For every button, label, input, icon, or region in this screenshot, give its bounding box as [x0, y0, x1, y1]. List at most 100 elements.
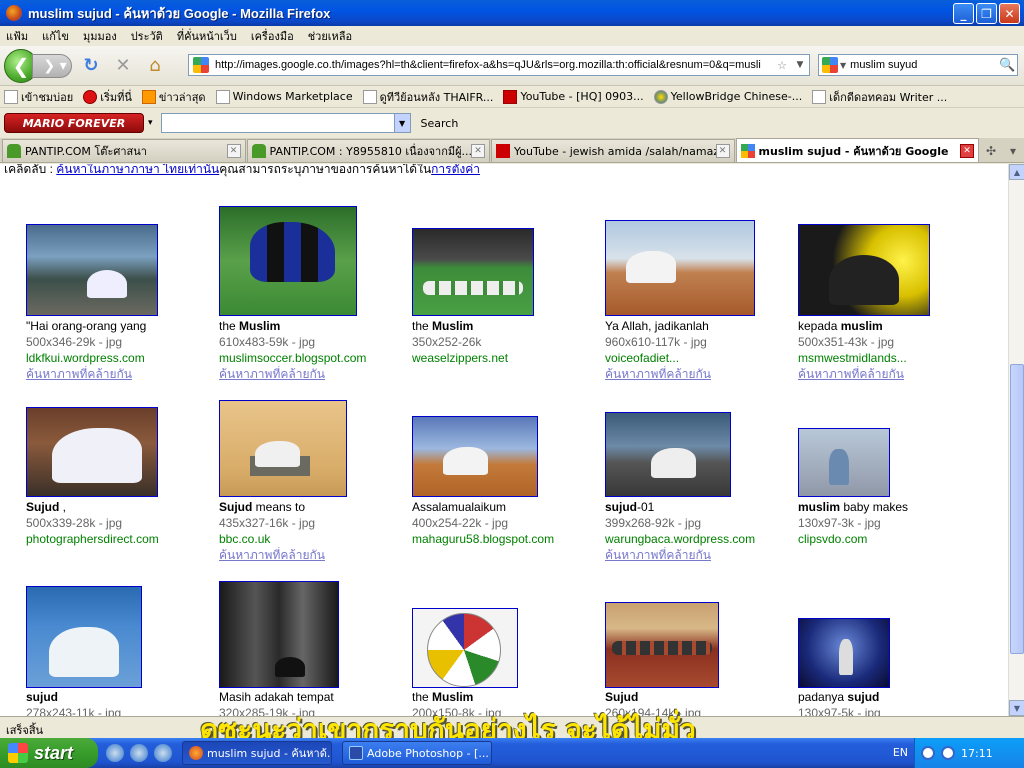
close-button[interactable]: ✕: [999, 3, 1020, 24]
url-text[interactable]: http://images.google.co.th/images?hl=th&…: [215, 59, 773, 71]
result-title[interactable]: Ya Allah, jadikanlah: [605, 318, 795, 334]
result-site[interactable]: photographersdirect.com: [26, 531, 216, 547]
tray-icon[interactable]: [921, 746, 935, 760]
result-thumbnail[interactable]: [798, 428, 890, 497]
search-engine-icon[interactable]: [822, 57, 838, 73]
bookmark-item[interactable]: Windows Marketplace: [215, 89, 353, 104]
vertical-scrollbar[interactable]: ▲ ▼: [1008, 164, 1024, 716]
result-title[interactable]: Masih adakah tempat: [219, 689, 409, 705]
scroll-thumb[interactable]: [1010, 364, 1024, 654]
result-site[interactable]: clipsvdo.com: [798, 531, 988, 547]
minimize-button[interactable]: _: [953, 3, 974, 24]
similar-images-link[interactable]: ค้นหาภาพที่คล้ายกัน: [798, 366, 988, 382]
menu-edit[interactable]: แก้ไข: [42, 27, 69, 45]
result-title[interactable]: Sujud ,: [26, 499, 216, 515]
toolbar-menu-dropdown[interactable]: ▾: [148, 118, 153, 128]
search-icon[interactable]: 🔍: [999, 58, 1017, 73]
result-thumbnail[interactable]: [412, 228, 534, 316]
result-title[interactable]: the Muslim: [219, 318, 409, 334]
result-thumbnail[interactable]: [219, 400, 347, 497]
forward-button[interactable]: ❯ ▾: [32, 53, 72, 78]
result-site[interactable]: muslimsoccer.blogspot.com: [219, 350, 409, 366]
tab-google-images[interactable]: muslim sujud - ค้นหาด้วย Google ✕: [735, 138, 980, 162]
toolbar-search-button[interactable]: Search: [421, 117, 459, 130]
similar-images-link[interactable]: ค้นหาภาพที่คล้ายกัน: [219, 547, 409, 563]
search-box[interactable]: ▼ muslim suyud 🔍: [818, 54, 1018, 76]
result-thumbnail[interactable]: [26, 407, 158, 497]
url-bar[interactable]: http://images.google.co.th/images?hl=th&…: [188, 54, 810, 76]
menu-tools[interactable]: เครื่องมือ: [251, 27, 294, 45]
result-site[interactable]: weaselzippers.net: [412, 350, 602, 366]
stop-icon[interactable]: ✕: [110, 53, 136, 79]
browser-icon[interactable]: [130, 744, 148, 762]
result-thumbnail[interactable]: [219, 581, 339, 688]
result-thumbnail[interactable]: [26, 224, 158, 316]
similar-images-link[interactable]: ค้นหาภาพที่คล้ายกัน: [219, 366, 409, 382]
result-thumbnail[interactable]: [605, 412, 731, 497]
menu-help[interactable]: ช่วยเหลือ: [308, 27, 352, 45]
result-site[interactable]: warungbaca.wordpress.com: [605, 531, 795, 547]
tab-close-button[interactable]: ✕: [471, 144, 486, 158]
tab-pantip-topic[interactable]: PANTIP.COM : Y8955810 เนื่องจากมีผู้... …: [246, 139, 491, 162]
url-history-dropdown[interactable]: ▼: [791, 60, 809, 70]
bookmark-item[interactable]: เข้าชมบ่อย: [4, 88, 73, 106]
result-title[interactable]: muslim baby makes: [798, 499, 988, 515]
new-tab-icon[interactable]: ✣: [980, 140, 1002, 162]
settings-link[interactable]: การตั้งค่า: [431, 164, 480, 176]
result-thumbnail[interactable]: [605, 220, 755, 316]
home-icon[interactable]: ⌂: [142, 53, 168, 79]
mario-forever-logo[interactable]: MARIO FOREVER: [4, 113, 144, 133]
result-thumbnail[interactable]: [26, 586, 142, 688]
result-title[interactable]: the Muslim: [412, 689, 602, 705]
result-site[interactable]: mahaguru58.blogspot.com: [412, 531, 602, 547]
result-site[interactable]: bbc.co.uk: [219, 531, 409, 547]
ie-icon[interactable]: [106, 744, 124, 762]
result-title[interactable]: sujud-01: [605, 499, 795, 515]
firefox-icon[interactable]: [154, 744, 172, 762]
result-thumbnail[interactable]: [798, 224, 930, 316]
reload-icon[interactable]: ↻: [78, 53, 104, 79]
menu-history[interactable]: ประวัติ: [131, 27, 163, 45]
menu-file[interactable]: แฟ้ม: [6, 27, 28, 45]
maximize-button[interactable]: ❐: [976, 3, 997, 24]
tab-youtube[interactable]: YouTube - jewish amida /salah/namaz... ✕: [491, 139, 735, 162]
tip-link[interactable]: ค้นหาในภาษาภาษา ไทยเท่านั้น: [56, 164, 219, 176]
result-title[interactable]: the Muslim: [412, 318, 602, 334]
tab-list-icon[interactable]: ▾: [1002, 140, 1024, 162]
bookmark-item[interactable]: YellowBridge Chinese-...: [653, 89, 802, 104]
result-title[interactable]: padanya sujud: [798, 689, 988, 705]
menu-view[interactable]: มุมมอง: [83, 27, 117, 45]
start-button[interactable]: start: [0, 738, 98, 768]
bookmark-item[interactable]: ดูทีวีย้อนหลัง THAIFR...: [362, 88, 493, 106]
result-title[interactable]: Sujud means to: [219, 499, 409, 515]
tab-close-button[interactable]: ✕: [960, 143, 975, 158]
result-site[interactable]: voiceofadiet...: [605, 350, 795, 366]
result-title[interactable]: "Hai orang-orang yang: [26, 318, 216, 334]
result-site[interactable]: ldkfkui.wordpress.com: [26, 350, 216, 366]
result-title[interactable]: kepada muslim: [798, 318, 988, 334]
menu-bookmarks[interactable]: ที่คั่นหน้าเว็บ: [177, 27, 237, 45]
result-site[interactable]: msmwestmidlands...: [798, 350, 988, 366]
bookmark-star-icon[interactable]: ☆: [773, 59, 791, 72]
tray-icon[interactable]: [941, 746, 955, 760]
taskbar-firefox[interactable]: muslim sujud - ค้นหาด้...: [182, 741, 332, 765]
similar-images-link[interactable]: ค้นหาภาพที่คล้ายกัน: [605, 366, 795, 382]
toolbar-combo-dropdown[interactable]: ▼: [393, 114, 410, 132]
tab-close-button[interactable]: ✕: [715, 144, 730, 158]
toolbar-search-input[interactable]: ▼: [160, 113, 411, 133]
result-title[interactable]: sujud: [26, 689, 216, 705]
result-title[interactable]: Sujud: [605, 689, 795, 705]
scroll-down-icon[interactable]: ▼: [1009, 700, 1024, 716]
bookmark-item[interactable]: YouTube - [HQ] 0903...: [503, 89, 644, 104]
similar-images-link[interactable]: ค้นหาภาพที่คล้ายกัน: [26, 366, 216, 382]
result-thumbnail[interactable]: [605, 602, 719, 688]
search-engine-dropdown[interactable]: ▼: [840, 61, 846, 70]
similar-images-link[interactable]: ค้นหาภาพที่คล้ายกัน: [605, 547, 795, 563]
language-indicator[interactable]: EN: [893, 746, 908, 759]
result-title[interactable]: Assalamualaikum: [412, 499, 602, 515]
result-thumbnail[interactable]: [798, 618, 890, 688]
tab-pantip-religion[interactable]: PANTIP.COM โต๊ะศาสนา ✕: [2, 139, 246, 162]
bookmark-item[interactable]: ข่าวล่าสุด: [141, 88, 206, 106]
search-input[interactable]: muslim suyud: [850, 59, 999, 71]
taskbar-photoshop[interactable]: Adobe Photoshop - [...: [342, 741, 492, 765]
